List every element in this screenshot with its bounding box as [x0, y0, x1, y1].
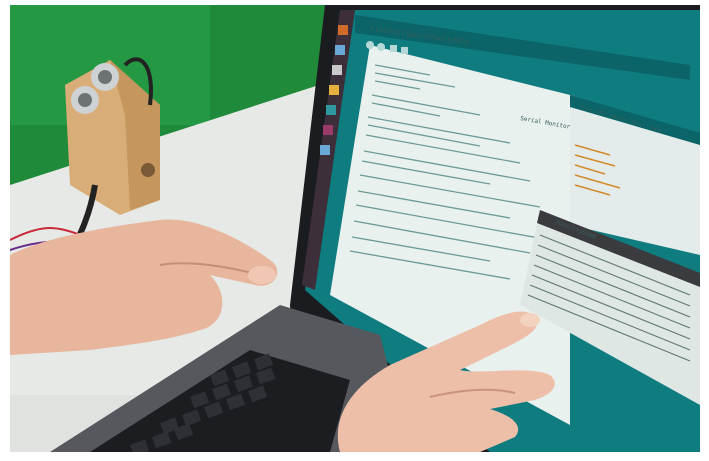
- photo: File Edit Sketch Tools Help Serial Monit…: [10, 5, 700, 452]
